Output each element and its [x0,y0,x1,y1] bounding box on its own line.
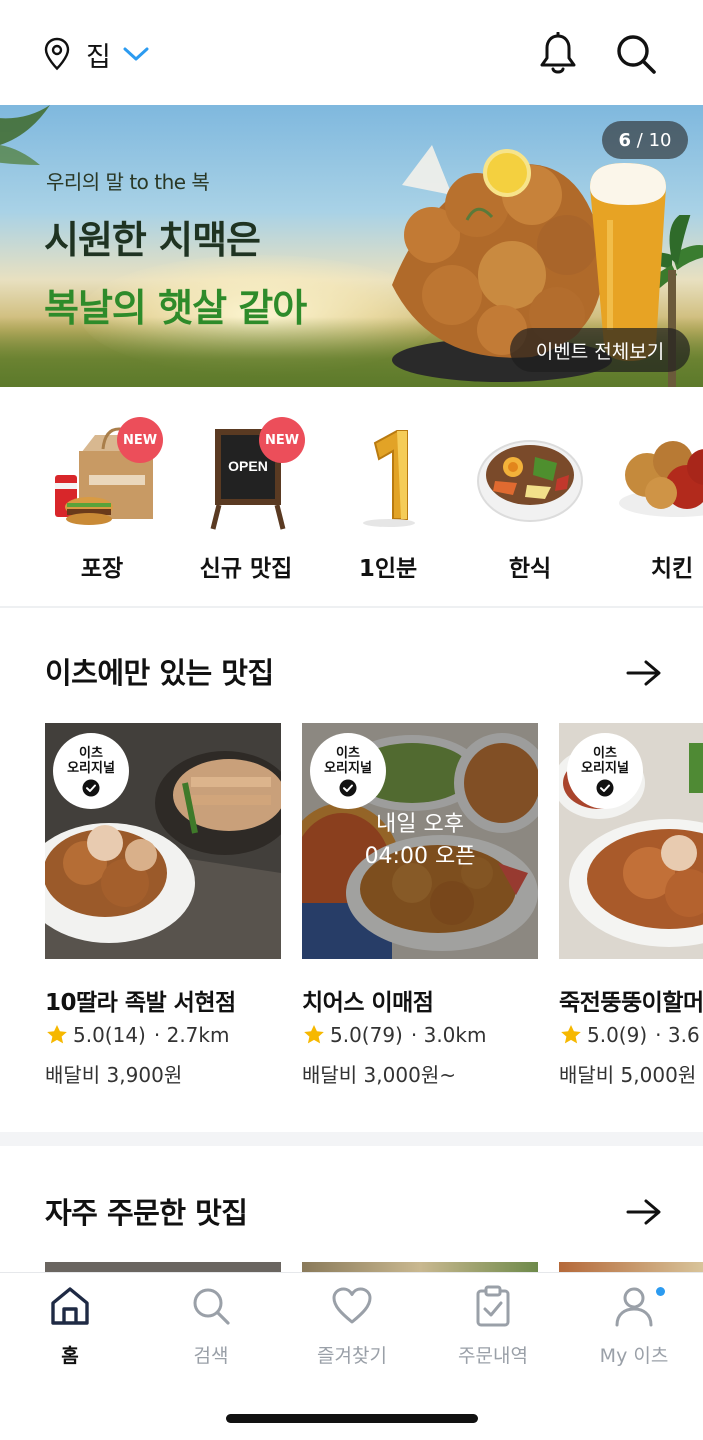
new-badge: NEW [259,417,305,463]
search-icon[interactable] [614,32,658,76]
tab-label: My 이츠 [599,1345,669,1367]
category-row: NEW 포장 OPEN NEW 신규 맛집 1인분 한식 치킨 [0,387,703,607]
opening-time-line2: 04:00 오픈 [364,844,476,869]
heart-icon [332,1287,372,1324]
category-label: 한식 [508,556,552,582]
category-chicken[interactable]: 치킨 [607,387,703,607]
restaurant-name: 치어스 이매점 [302,990,434,1016]
opening-time-line1: 내일 오후 [376,812,464,837]
delivery-fee: 배달비 3,900원 [45,1063,183,1087]
eats-original-badge: 이츠 오리지널 [567,733,643,809]
section-title-frequent: 자주 주문한 맛집 [45,1196,248,1230]
arrow-right-icon[interactable] [626,1198,662,1226]
bell-icon[interactable] [538,32,578,76]
banner-subtitle: 우리의 말 to the 복 [46,170,210,194]
arrow-right-icon[interactable] [626,659,662,687]
restaurant-name: 죽전뚱뚱이할머 [559,990,703,1016]
opening-time-text: 내일 오후 04:00 오픈 [302,809,538,873]
category-label: 신규 맛집 [199,556,293,582]
distance-value: · 3.6 [655,1023,700,1047]
category-label: 포장 [80,556,124,582]
restaurant-photo: 내일 오후 04:00 오픈 이츠 오리지널 [302,723,538,959]
restaurant-rating-row: 5.0(79) · 3.0km [302,1023,486,1047]
restaurant-photo: 이츠 오리지널 [45,723,281,959]
restaurant-card[interactable]: 이츠 오리지널 죽전뚱뚱이할머 5.0(9) · 3.6 배달비 5,000원 [559,723,703,1123]
star-icon [304,1025,324,1044]
location-label: 집 [86,41,111,73]
verified-check-icon [82,779,100,796]
rating-value: 5.0(14) [73,1023,146,1047]
category-label: 치킨 [650,556,694,582]
location-pin-icon [44,37,70,71]
promo-banner[interactable]: 우리의 말 to the 복 시원한 치맥은 복날의 햇살 같아 6 / 10 … [0,105,703,387]
bibimbap-image [477,440,583,522]
banner-page-counter: 6 / 10 [602,121,688,159]
section-gap [0,1132,703,1146]
clipboard-check-icon [476,1285,510,1327]
badge-line1: 이츠 [79,745,103,761]
tab-my-eats[interactable]: My 이츠 [573,1285,693,1367]
badge-line2: 오리지널 [581,760,629,776]
tab-label: 검색 [193,1345,229,1367]
star-icon [561,1025,581,1044]
badge-line2: 오리지널 [67,760,115,776]
badge-line1: 이츠 [336,745,360,761]
category-takeout[interactable]: NEW 포장 [37,387,167,607]
banner-counter-sep: / [631,129,649,151]
number-one-image [363,430,415,527]
restaurant-rating-row: 5.0(14) · 2.7km [45,1023,229,1047]
delivery-fee: 배달비 5,000원 [559,1063,697,1087]
fried-chicken-image [619,441,703,517]
eats-original-badge: 이츠 오리지널 [310,733,386,809]
distance-value: · 2.7km [153,1023,230,1047]
category-label: 1인분 [358,556,418,582]
tab-favorites[interactable]: 즐겨찾기 [291,1285,411,1367]
banner-counter-current: 6 [618,129,632,151]
category-korean[interactable]: 한식 [465,387,595,607]
search-icon [193,1288,230,1325]
top-bar: 집 [0,0,703,105]
user-icon [615,1287,653,1327]
banner-headline-line1: 시원한 치맥은 [44,218,261,262]
tab-search[interactable]: 검색 [150,1285,270,1367]
distance-value: · 3.0km [410,1023,487,1047]
notification-dot [656,1287,665,1296]
section-divider [0,606,703,608]
badge-line2: 오리지널 [324,760,372,776]
chevron-down-icon [123,47,149,61]
verified-check-icon [339,779,357,796]
location-selector[interactable]: 집 [44,34,149,74]
restaurant-photo: 이츠 오리지널 [559,723,703,959]
tab-home[interactable]: 홈 [9,1285,129,1367]
banner-headline-line2: 복날의 햇살 같아 [44,286,307,330]
tab-orders[interactable]: 주문내역 [432,1285,552,1367]
home-icon [51,1287,89,1325]
star-icon [47,1025,67,1044]
delivery-fee: 배달비 3,000원~ [302,1063,456,1087]
eats-original-badge: 이츠 오리지널 [53,733,129,809]
palm-leaves-image [0,105,50,165]
category-new-restaurants[interactable]: OPEN NEW 신규 맛집 [181,387,311,607]
verified-check-icon [596,779,614,796]
tab-label: 즐겨찾기 [317,1345,387,1367]
restaurant-rating-row: 5.0(9) · 3.6 [559,1023,700,1047]
restaurant-name: 10딸라 족발 서현점 [45,990,236,1016]
home-indicator [226,1414,478,1423]
tab-label: 홈 [61,1345,79,1367]
category-single-serving[interactable]: 1인분 [323,387,453,607]
tab-label: 주문내역 [458,1345,528,1367]
rating-value: 5.0(9) [587,1023,648,1047]
new-badge: NEW [117,417,163,463]
view-all-events-button[interactable]: 이벤트 전체보기 [510,328,690,372]
banner-counter-total: 10 [648,129,672,151]
badge-line1: 이츠 [593,745,617,761]
open-sign-text: OPEN [228,458,268,474]
rating-value: 5.0(79) [330,1023,403,1047]
section-title-exclusive: 이츠에만 있는 맛집 [45,656,274,690]
